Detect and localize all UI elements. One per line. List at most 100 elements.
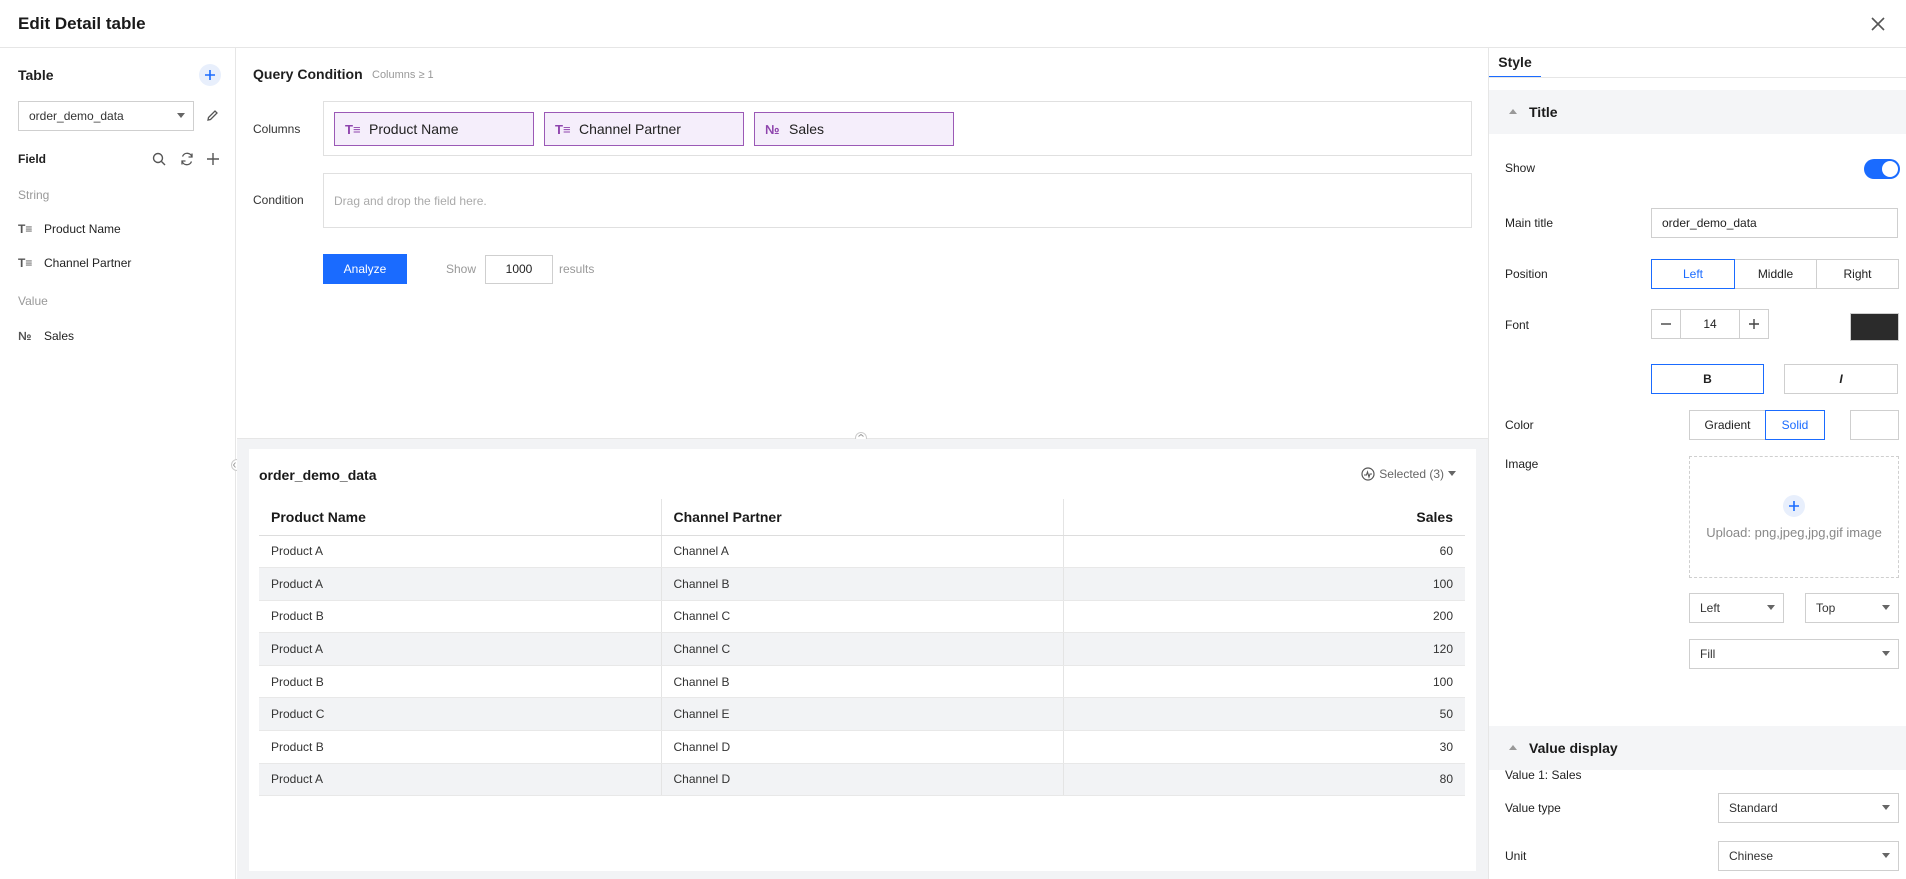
minus-icon [1661, 323, 1671, 325]
result-limit-input[interactable]: 1000 [485, 255, 553, 284]
font-size-decrease-button[interactable] [1651, 309, 1681, 339]
select-value: Top [1816, 601, 1836, 615]
title-color-swatch[interactable] [1850, 410, 1899, 440]
table-cell: 120 [1062, 632, 1465, 666]
field-item-channel-partner[interactable]: T≡ Channel Partner [18, 256, 131, 270]
number-field-icon: № [765, 121, 780, 137]
chevron-down-icon [1767, 605, 1775, 610]
table-cell: 200 [1062, 600, 1465, 634]
plus-icon [205, 70, 215, 80]
condition-drop-zone[interactable]: Drag and drop the field here. [323, 173, 1472, 228]
table-cell: Product A [259, 567, 661, 601]
show-title-toggle[interactable] [1864, 159, 1900, 179]
main-title-input[interactable]: order_demo_data [1651, 208, 1898, 238]
search-icon[interactable] [150, 150, 168, 168]
table-select[interactable]: order_demo_data [18, 101, 194, 131]
edit-table-icon[interactable] [203, 106, 221, 124]
table-select-value: order_demo_data [29, 109, 124, 123]
font-style-group: B I [1651, 364, 1898, 394]
columns-drop-zone[interactable]: T≡ Product Name T≡ Channel Partner № Sal… [323, 101, 1472, 156]
value-type-label: Value type [1505, 801, 1561, 815]
position-left-option[interactable]: Left [1651, 259, 1735, 289]
chip-label: Channel Partner [579, 121, 681, 137]
chevron-down-icon [1882, 651, 1890, 656]
analyze-button[interactable]: Analyze [323, 254, 407, 284]
unit-select[interactable]: Chinese [1718, 841, 1899, 871]
title-section-label: Title [1529, 104, 1558, 120]
selected-columns-dropdown[interactable]: Selected (3) [1361, 467, 1456, 481]
title-section-header[interactable]: Title [1489, 90, 1906, 134]
close-icon[interactable] [1866, 12, 1890, 36]
table-row: Product A Channel B 100 [259, 567, 1465, 601]
chart-pulse-icon [1361, 467, 1375, 481]
image-label: Image [1505, 457, 1539, 471]
main-title-label: Main title [1505, 216, 1554, 230]
table-cell: Product A [259, 632, 661, 666]
value-display-section-label: Value display [1529, 740, 1618, 756]
table-cell: 50 [1062, 697, 1465, 732]
font-label: Font [1505, 318, 1530, 332]
table-cell: Channel D [660, 763, 1063, 797]
field-item-label: Sales [44, 329, 75, 343]
table-cell: Product A [259, 763, 661, 797]
position-label: Position [1505, 267, 1548, 281]
column-chip-channel-partner[interactable]: T≡ Channel Partner [544, 112, 744, 146]
font-size-input[interactable]: 14 [1680, 309, 1740, 339]
field-item-label: Channel Partner [44, 256, 132, 270]
upload-plus-button[interactable] [1783, 494, 1805, 517]
bold-toggle[interactable]: B [1651, 364, 1764, 394]
chevron-down-icon [177, 113, 185, 118]
add-table-button[interactable] [199, 64, 221, 86]
color-solid-option[interactable]: Solid [1765, 410, 1825, 440]
table-row: Product A Channel D 80 [259, 763, 1465, 797]
field-section-title: Field [18, 152, 47, 166]
number-field-icon: № [18, 329, 32, 343]
show-title-label: Show [1505, 161, 1536, 175]
tab-divider [1489, 77, 1906, 78]
position-right-option[interactable]: Right [1816, 259, 1899, 289]
font-color-swatch[interactable] [1850, 313, 1899, 341]
position-middle-option[interactable]: Middle [1734, 259, 1817, 289]
table-cell: Product B [259, 665, 661, 699]
column-chip-sales[interactable]: № Sales [754, 112, 954, 146]
color-mode-segmented: Gradient Solid [1689, 410, 1825, 440]
chevron-down-icon [1448, 471, 1456, 476]
text-field-icon: T≡ [18, 222, 33, 236]
select-value: Left [1700, 601, 1721, 615]
upload-hint: Upload: png,jpeg,jpg,gif image [1706, 524, 1882, 540]
collapse-caret-icon [1509, 745, 1517, 750]
table-row: Product B Channel D 30 [259, 730, 1465, 764]
value-display-section-header[interactable]: Value display [1489, 726, 1906, 770]
image-upload-zone[interactable]: Upload: png,jpeg,jpg,gif image [1689, 456, 1899, 578]
image-vertical-align-select[interactable]: Top [1805, 593, 1899, 623]
column-header[interactable]: Product Name [259, 499, 661, 536]
text-field-icon: T≡ [555, 121, 571, 137]
font-size-increase-button[interactable] [1739, 309, 1769, 339]
column-header[interactable]: Sales [1062, 499, 1465, 536]
column-header[interactable]: Channel Partner [660, 499, 1063, 536]
table-cell: 60 [1062, 535, 1465, 569]
image-fit-select[interactable]: Fill [1689, 639, 1899, 669]
value-type-select[interactable]: Standard [1718, 793, 1899, 823]
table-cell: Product B [259, 600, 661, 634]
table-cell: Product C [259, 697, 661, 732]
chevron-down-icon [1882, 605, 1890, 610]
color-gradient-option[interactable]: Gradient [1689, 410, 1766, 440]
table-cell: Channel C [660, 600, 1063, 634]
query-condition-hint: Columns ≥ 1 [372, 69, 434, 81]
field-item-product-name[interactable]: T≡ Product Name [18, 222, 121, 236]
add-field-icon[interactable] [204, 150, 222, 168]
tab-style[interactable]: Style [1489, 48, 1541, 78]
image-horizontal-align-select[interactable]: Left [1689, 593, 1784, 623]
refresh-icon[interactable] [178, 150, 196, 168]
italic-toggle[interactable]: I [1784, 364, 1898, 394]
select-value: Chinese [1729, 849, 1774, 863]
table-row: Product C Channel E 50 [259, 697, 1465, 732]
table-section-title: Table [18, 67, 54, 83]
table-cell: 30 [1062, 730, 1465, 764]
dialog-title: Edit Detail table [18, 13, 146, 33]
field-item-sales[interactable]: № Sales [18, 329, 74, 343]
table-cell: Channel B [660, 567, 1063, 601]
condition-placeholder: Drag and drop the field here. [334, 194, 487, 208]
column-chip-product-name[interactable]: T≡ Product Name [334, 112, 534, 146]
